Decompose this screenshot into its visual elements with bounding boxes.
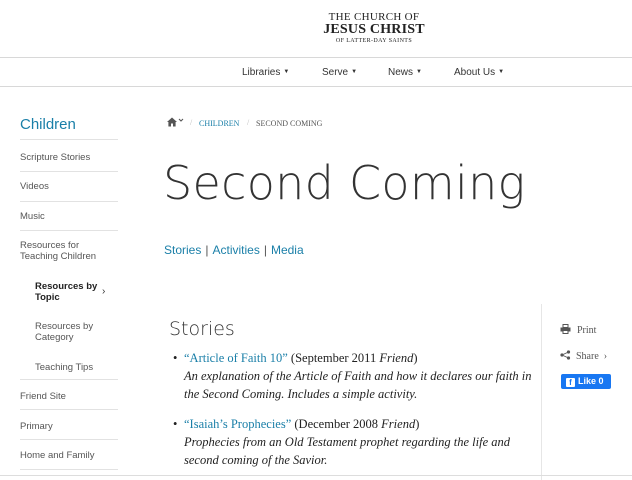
- breadcrumb-children[interactable]: CHILDREN: [199, 119, 239, 128]
- divider: [20, 139, 118, 140]
- sidebar-item-music[interactable]: Music: [20, 211, 118, 222]
- sidebar-item-friend-site[interactable]: Friend Site: [20, 391, 118, 402]
- story-publication: Friend: [379, 351, 414, 365]
- sidebar-item-resources-by-topic[interactable]: Resources by Topic: [35, 281, 118, 303]
- sidebar-item-scripture-stories[interactable]: Scripture Stories: [20, 152, 118, 163]
- breadcrumb-separator: /: [247, 118, 250, 127]
- link-media[interactable]: Media: [271, 243, 304, 257]
- stories-heading: Stories: [169, 318, 235, 340]
- caret-down-icon: ▼: [351, 69, 358, 75]
- facebook-icon: f: [566, 378, 575, 387]
- sidebar-item-resources-for-teaching[interactable]: Resources for Teaching Children: [20, 240, 118, 262]
- caret-down-icon: ▼: [498, 69, 505, 75]
- nav-news[interactable]: News ▼: [388, 67, 422, 78]
- link-activities[interactable]: Activities: [212, 243, 259, 257]
- breadcrumb-separator: /: [190, 118, 193, 127]
- story-date-close: ): [413, 351, 418, 365]
- divider: [20, 201, 118, 202]
- divider: [20, 379, 118, 380]
- caret-down-icon: ▼: [416, 69, 422, 75]
- print-button[interactable]: Print: [560, 323, 596, 336]
- link-separator: |: [205, 243, 209, 257]
- logo-line-3: OF LATTER-DAY SAINTS: [335, 38, 413, 44]
- top-navigation: Libraries ▼ Serve ▼ News ▼ About Us ▼: [0, 57, 632, 87]
- breadcrumb-current: SECOND COMING: [256, 119, 323, 128]
- sidebar-item-home-and-family[interactable]: Home and Family: [20, 450, 118, 461]
- share-button[interactable]: Share ›: [560, 349, 607, 362]
- divider: [20, 469, 118, 470]
- nav-libraries[interactable]: Libraries ▼: [242, 67, 289, 78]
- bullet: •: [173, 351, 178, 365]
- caret-down-icon: ▼: [283, 69, 290, 75]
- story-date-close: ): [415, 417, 420, 431]
- divider: [20, 409, 118, 410]
- divider: [20, 230, 118, 231]
- sidebar-item-teaching-tips[interactable]: Teaching Tips: [35, 362, 118, 373]
- logo-line-2: JESUS CHRIST: [323, 22, 425, 37]
- divider: [0, 475, 632, 476]
- story-description: Prophecies from an Old Testament prophet…: [184, 435, 511, 467]
- story-link-isaiahs-prophecies[interactable]: “Isaiah’s Prophecies”: [184, 417, 291, 431]
- facebook-like-button[interactable]: f Like 0: [561, 374, 611, 389]
- church-logo[interactable]: THE CHURCH OF JESUS CHRIST OF LATTER-DAY…: [0, 11, 632, 45]
- link-separator: |: [263, 243, 267, 257]
- story-date: (September 2011: [290, 351, 377, 365]
- share-icon: [560, 350, 571, 360]
- story-link-article-of-faith-10[interactable]: “Article of Faith 10”: [184, 351, 288, 365]
- printer-icon: [560, 324, 571, 334]
- story-date: (December 2008: [294, 417, 379, 431]
- divider: [541, 304, 542, 480]
- chevron-right-icon: ›: [603, 351, 608, 362]
- sidebar-item-resources-by-category[interactable]: Resources by Category: [35, 321, 118, 343]
- chevron-right-icon: ›: [102, 286, 106, 297]
- story-publication: Friend: [381, 417, 416, 431]
- page-title: Second Coming: [163, 156, 526, 210]
- sidebar-item-videos[interactable]: Videos: [20, 181, 118, 192]
- link-stories[interactable]: Stories: [164, 243, 201, 257]
- divider: [20, 171, 118, 172]
- section-links: Stories | Activities | Media: [164, 243, 304, 257]
- sidebar-title[interactable]: Children: [20, 116, 76, 133]
- divider: [20, 439, 118, 440]
- nav-about-us[interactable]: About Us ▼: [454, 67, 504, 78]
- home-icon[interactable]: [166, 116, 184, 128]
- list-item: • “Isaiah’s Prophecies” (December 2008 F…: [173, 415, 533, 469]
- story-description: An explanation of the Article of Faith a…: [184, 369, 532, 401]
- logo-line-1: THE CHURCH OF: [328, 11, 420, 23]
- nav-serve[interactable]: Serve ▼: [322, 67, 357, 78]
- list-item: • “Article of Faith 10” (September 2011 …: [173, 349, 533, 403]
- sidebar-item-primary[interactable]: Primary: [20, 421, 118, 432]
- bullet: •: [173, 417, 178, 431]
